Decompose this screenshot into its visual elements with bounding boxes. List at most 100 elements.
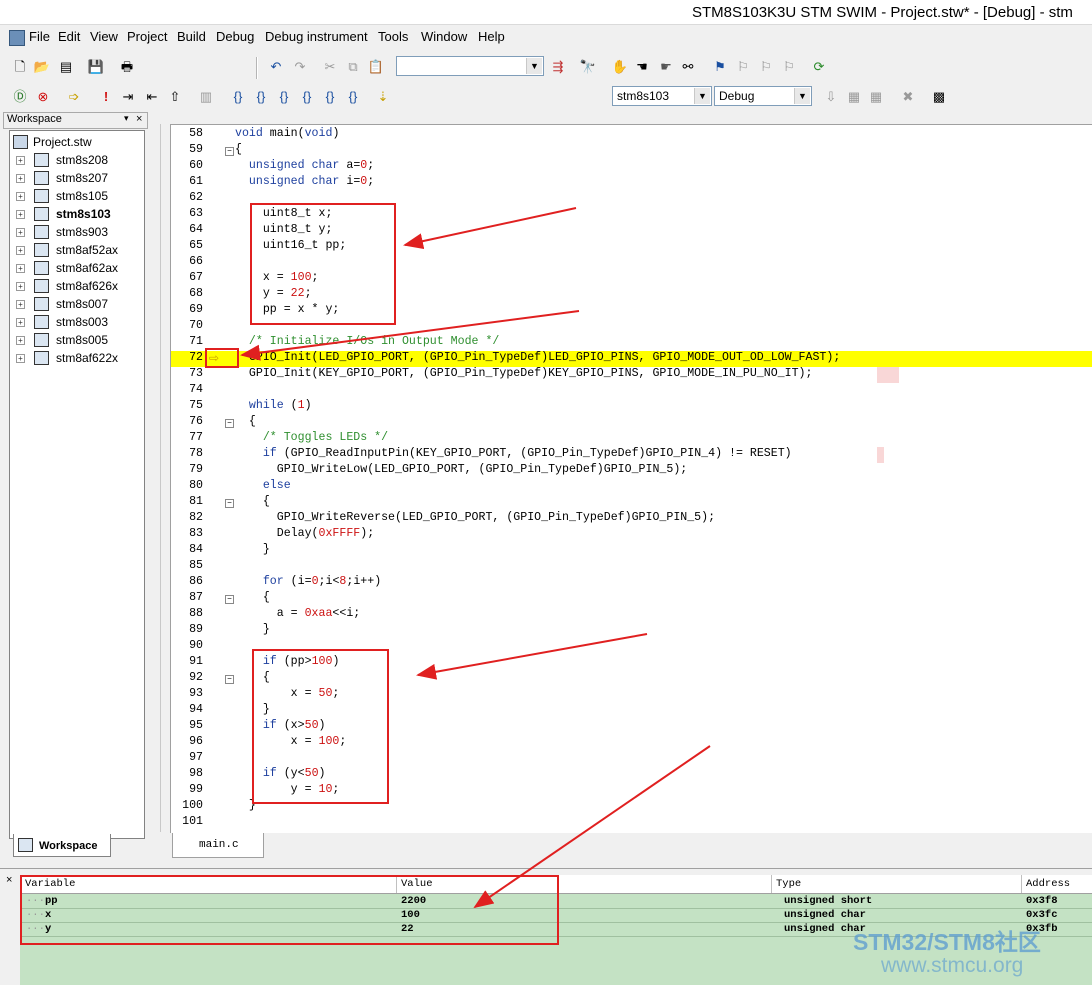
config-select[interactable]: Debug ▼	[714, 86, 812, 106]
new-file-icon[interactable]: 🗋	[10, 56, 30, 76]
code-line[interactable]: while (1)	[235, 399, 312, 412]
expand-icon[interactable]: +	[16, 246, 25, 255]
code-line[interactable]: Delay(0xFFFF);	[235, 527, 374, 540]
code-line[interactable]: a = 0xaa<<i;	[235, 607, 361, 620]
app-icon[interactable]	[9, 30, 25, 46]
expand-icon[interactable]: +	[16, 264, 25, 273]
print-icon[interactable]: 🖶	[117, 56, 137, 76]
workspace-tab[interactable]: Workspace	[13, 834, 111, 857]
menu-project[interactable]: Project	[127, 29, 167, 44]
expand-icon[interactable]: +	[16, 156, 25, 165]
tree-item[interactable]: + stm8af62ax	[10, 259, 144, 277]
stop-debug-icon[interactable]: ⊗	[33, 86, 53, 106]
code-line[interactable]: GPIO_Init(LED_GPIO_PORT, (GPIO_Pin_TypeD…	[235, 351, 840, 364]
copy-icon[interactable]: ⧉	[343, 56, 363, 76]
splitter[interactable]	[160, 124, 169, 832]
code-line[interactable]: {	[235, 591, 270, 604]
hand-disabled-icon[interactable]: ☛	[656, 56, 676, 76]
code-line[interactable]: {	[235, 495, 270, 508]
tree-item[interactable]: + stm8s103	[10, 205, 144, 223]
rebuild-icon[interactable]: ▦	[866, 86, 886, 106]
tree-root[interactable]: Project.stw	[10, 133, 144, 151]
code-line[interactable]: {	[235, 143, 242, 156]
expand-icon[interactable]: +	[16, 210, 25, 219]
expand-icon[interactable]: +	[16, 192, 25, 201]
code-line[interactable]: GPIO_Init(KEY_GPIO_PORT, (GPIO_Pin_TypeD…	[235, 367, 813, 380]
tree-item[interactable]: + stm8af626x	[10, 277, 144, 295]
expand-icon[interactable]: +	[16, 174, 25, 183]
expand-icon[interactable]: +	[16, 318, 25, 327]
expand-icon[interactable]: +	[16, 282, 25, 291]
start-debug-icon[interactable]: Ⓓ	[10, 86, 30, 106]
step-into-asm-icon[interactable]: {}	[297, 86, 317, 106]
col-type[interactable]: Type	[776, 878, 801, 890]
hand-icon[interactable]: ✋	[610, 56, 630, 76]
menu-view[interactable]: View	[90, 29, 118, 44]
compile-icon[interactable]: ⇩	[821, 86, 841, 106]
next-bookmark-icon[interactable]: ⚐	[733, 56, 753, 76]
redo-icon[interactable]: ↷	[290, 56, 310, 76]
tree-item[interactable]: + stm8s105	[10, 187, 144, 205]
code-line[interactable]: void main(void)	[235, 127, 339, 140]
open-folder-icon[interactable]: 📂	[32, 56, 52, 76]
breakpoint-hand-icon[interactable]: ☚	[632, 56, 652, 76]
step-over-asm-icon[interactable]: {}	[320, 86, 340, 106]
expand-icon[interactable]: +	[16, 300, 25, 309]
menu-help[interactable]: Help	[478, 29, 505, 44]
bookmark-icon[interactable]: ⚑	[710, 56, 730, 76]
find-in-files-icon[interactable]: 🔭	[578, 56, 598, 76]
run-to-return-icon[interactable]: {}	[343, 86, 363, 106]
code-line[interactable]: /* Toggles LEDs */	[235, 431, 388, 444]
fold-toggle-icon[interactable]: −	[225, 675, 234, 684]
step-into-icon[interactable]: {}	[228, 86, 248, 106]
find-icon[interactable]: ⇶	[548, 56, 568, 76]
code-line[interactable]: unsigned char a=0;	[235, 159, 374, 172]
cut-icon[interactable]: ✂	[320, 56, 340, 76]
show-next-statement-icon[interactable]: ⇣	[373, 86, 393, 106]
search-combo[interactable]: ▼	[396, 56, 544, 76]
close-icon[interactable]: ×	[6, 874, 12, 886]
build-icon[interactable]: ▦	[844, 86, 864, 106]
reset-icon[interactable]: ⇧	[165, 86, 185, 106]
step-out-icon[interactable]: {}	[274, 86, 294, 106]
tree-item[interactable]: + stm8s207	[10, 169, 144, 187]
fold-toggle-icon[interactable]: −	[225, 419, 234, 428]
undo-icon[interactable]: ↶	[266, 56, 286, 76]
tree-item[interactable]: + stm8s005	[10, 331, 144, 349]
menu-edit[interactable]: Edit	[58, 29, 80, 44]
tree-item[interactable]: + stm8af52ax	[10, 241, 144, 259]
close-icon[interactable]: ×	[136, 113, 142, 125]
menu-window[interactable]: Window	[421, 29, 467, 44]
code-line[interactable]: if (GPIO_ReadInputPin(KEY_GPIO_PORT, (GP…	[235, 447, 792, 460]
fold-toggle-icon[interactable]: −	[225, 499, 234, 508]
step-over-icon[interactable]: {}	[251, 86, 271, 106]
col-address[interactable]: Address	[1026, 878, 1070, 890]
expand-icon[interactable]: +	[16, 336, 25, 345]
code-line[interactable]: GPIO_WriteLow(LED_GPIO_PORT, (GPIO_Pin_T…	[235, 463, 688, 476]
run-to-cursor-icon[interactable]: ➩	[64, 86, 84, 106]
tree-item[interactable]: + stm8s208	[10, 151, 144, 169]
refresh-icon[interactable]: ⟳	[809, 56, 829, 76]
menu-file[interactable]: File	[29, 29, 50, 44]
clear-bookmarks-icon[interactable]: ⚐	[779, 56, 799, 76]
code-line[interactable]: }	[235, 543, 270, 556]
chevron-down-icon[interactable]: ▼	[694, 88, 710, 104]
tree-item[interactable]: + stm8s003	[10, 313, 144, 331]
chevron-down-icon[interactable]: ▼	[526, 58, 542, 74]
menu-debug-instrument[interactable]: Debug instrument	[265, 29, 368, 44]
menu-build[interactable]: Build	[177, 29, 206, 44]
code-line[interactable]: }	[235, 623, 270, 636]
prev-bookmark-icon[interactable]: ⚐	[756, 56, 776, 76]
fold-toggle-icon[interactable]: −	[225, 147, 234, 156]
chevron-down-icon[interactable]: ▼	[794, 88, 810, 104]
code-line[interactable]: unsigned char i=0;	[235, 175, 374, 188]
programmer-icon[interactable]: ▩	[929, 86, 949, 106]
restart-icon[interactable]: ⇤	[142, 86, 162, 106]
stop-build-icon[interactable]: ✖	[898, 86, 918, 106]
go-icon[interactable]: ⇥	[118, 86, 138, 106]
fold-toggle-icon[interactable]: −	[225, 595, 234, 604]
code-line[interactable]: else	[235, 479, 291, 492]
menu-debug[interactable]: Debug	[216, 29, 254, 44]
tree-item[interactable]: + stm8af622x	[10, 349, 144, 367]
open-project-icon[interactable]: ▤	[56, 56, 76, 76]
